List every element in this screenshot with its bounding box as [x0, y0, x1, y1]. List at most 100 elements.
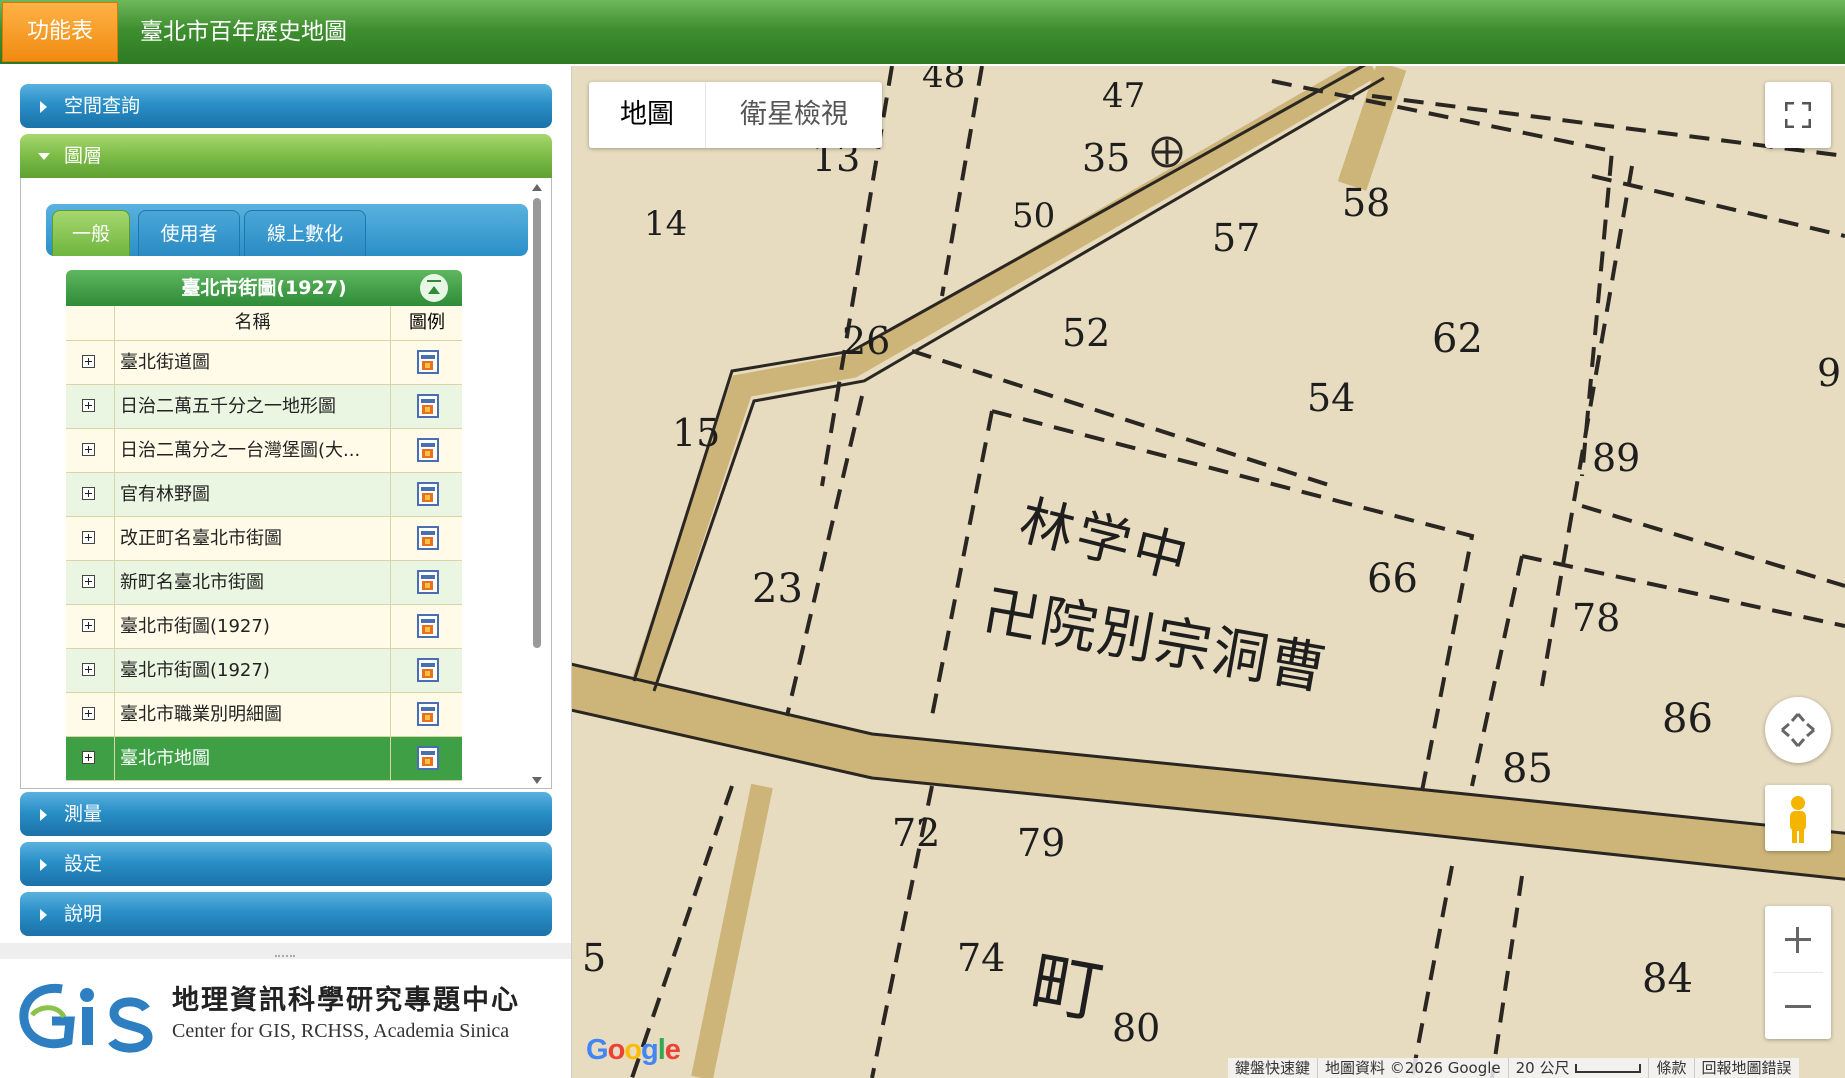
- layer-row[interactable]: 臺北市街圖(1927): [66, 605, 462, 649]
- lot-number: 5: [582, 936, 607, 980]
- pan-control-icon[interactable]: [1765, 697, 1831, 763]
- legend-icon[interactable]: [417, 438, 439, 462]
- map-view-button[interactable]: 地圖: [589, 82, 706, 148]
- expand-plus-icon[interactable]: [82, 663, 95, 676]
- layer-name: 臺北市街圖(1927): [115, 605, 391, 648]
- section-settings[interactable]: 設定: [20, 842, 552, 886]
- lot-number: 80: [1112, 1006, 1161, 1050]
- lot-number: 15: [672, 411, 721, 455]
- expand-plus-icon[interactable]: [82, 531, 95, 544]
- zoom-out-icon[interactable]: [1765, 973, 1831, 1039]
- caret-right-icon: [40, 101, 47, 113]
- legend-icon[interactable]: [417, 746, 439, 770]
- collapse-icon[interactable]: [420, 274, 448, 302]
- legend-icon[interactable]: [417, 614, 439, 638]
- lot-number: 50: [1012, 196, 1056, 236]
- section-measure[interactable]: 測量: [20, 792, 552, 836]
- map-canvas[interactable]: 48 47 13 35 58 14 50 57 26 52 62 15 54 8…: [572, 66, 1845, 1078]
- expand-plus-icon[interactable]: [82, 751, 95, 764]
- expand-plus-icon[interactable]: [82, 619, 95, 632]
- map-data-credit: 地圖資料 ©2026 Google: [1318, 1058, 1509, 1078]
- layer-name: 官有林野圖: [115, 473, 391, 516]
- lot-number: 23: [752, 566, 803, 612]
- expand-plus-icon[interactable]: [82, 487, 95, 500]
- legend-icon[interactable]: [417, 350, 439, 374]
- tab-digitize-online[interactable]: 線上數化: [244, 210, 366, 256]
- tab-general[interactable]: 一般: [52, 210, 130, 256]
- expand-plus-icon[interactable]: [82, 443, 95, 456]
- lot-number: 86: [1662, 696, 1713, 742]
- layer-row[interactable]: 官有林野圖: [66, 473, 462, 517]
- street-view-pegman-icon[interactable]: [1765, 785, 1831, 851]
- layer-row[interactable]: 改正町名臺北市街圖: [66, 517, 462, 561]
- legend-icon[interactable]: [417, 482, 439, 506]
- logo-english-name: Center for GIS, RCHSS, Academia Sinica: [172, 1020, 510, 1042]
- layer-name: 日治二萬五千分之一地形圖: [115, 385, 391, 428]
- report-error-link[interactable]: 回報地圖錯誤: [1695, 1058, 1799, 1078]
- lot-number: 54: [1307, 376, 1356, 420]
- caret-right-icon: [40, 859, 47, 871]
- top-bar: 功能表 臺北市百年歷史地圖: [0, 0, 1845, 66]
- panel-scrollbar[interactable]: [531, 184, 543, 784]
- layer-row[interactable]: 臺北市地圖: [66, 737, 462, 781]
- section-help[interactable]: 說明: [20, 892, 552, 936]
- lot-number: 74: [957, 936, 1006, 980]
- scroll-thumb[interactable]: [533, 198, 541, 648]
- keyboard-shortcuts-link[interactable]: 鍵盤快速鍵: [1228, 1058, 1319, 1078]
- scale-label: 20 公尺: [1515, 1059, 1570, 1077]
- lot-number: 79: [1017, 821, 1066, 865]
- lot-number: 89: [1592, 436, 1641, 480]
- layer-name: 臺北街道圖: [115, 341, 391, 384]
- scroll-up-icon[interactable]: [532, 184, 542, 191]
- zoom-in-icon[interactable]: [1765, 906, 1831, 972]
- legend-icon[interactable]: [417, 394, 439, 418]
- lot-number: 84: [1642, 956, 1693, 1002]
- google-logo: Google: [586, 1034, 681, 1066]
- section-label: 說明: [64, 903, 103, 925]
- scale-indicator[interactable]: 20 公尺: [1509, 1058, 1650, 1078]
- layer-table: 臺北市街圖(1927) 名稱 圖例 臺北街道圖 日治二萬五千分之一地形圖 日治二萬分…: [66, 270, 462, 781]
- table-header-row: 名稱 圖例: [66, 306, 462, 341]
- layer-name: 日治二萬分之一台灣堡圖(大...: [115, 429, 391, 472]
- expand-plus-icon[interactable]: [82, 575, 95, 588]
- layer-row[interactable]: 日治二萬五千分之一地形圖: [66, 385, 462, 429]
- section-label: 設定: [64, 853, 103, 875]
- lot-number: 26: [842, 319, 891, 363]
- lot-number: 47: [1102, 76, 1146, 116]
- layer-row[interactable]: 日治二萬分之一台灣堡圖(大...: [66, 429, 462, 473]
- lot-number: 78: [1572, 596, 1621, 640]
- legend-icon[interactable]: [417, 658, 439, 682]
- expand-plus-icon[interactable]: [82, 707, 95, 720]
- layer-row[interactable]: 臺北市街圖(1927): [66, 649, 462, 693]
- map-attribution-bar: 鍵盤快速鍵 地圖資料 ©2026 Google 20 公尺 條款 回報地圖錯誤: [1228, 1058, 1799, 1078]
- logo-chinese-name: 地理資訊科學研究專題中心: [172, 985, 520, 1016]
- section-label: 測量: [64, 803, 103, 825]
- legend-icon[interactable]: [417, 526, 439, 550]
- lot-number: 58: [1342, 181, 1391, 225]
- lot-number: 14: [644, 204, 688, 244]
- layer-name: 改正町名臺北市街圖: [115, 517, 391, 560]
- expand-plus-icon[interactable]: [82, 355, 95, 368]
- section-spatial-query[interactable]: 空間查詢: [20, 84, 552, 128]
- scroll-down-icon[interactable]: [532, 777, 542, 784]
- legend-icon[interactable]: [417, 570, 439, 594]
- zoom-control: [1765, 906, 1831, 1039]
- layer-row[interactable]: 新町名臺北市街圖: [66, 561, 462, 605]
- layer-row[interactable]: 臺北街道圖: [66, 341, 462, 385]
- terms-link[interactable]: 條款: [1649, 1058, 1695, 1078]
- caret-right-icon: [40, 909, 47, 921]
- section-layers[interactable]: 圖層: [20, 134, 552, 178]
- layer-panel: 一般 使用者 線上數化 臺北市街圖(1927) 名稱 圖例 臺北街道圖 日治二萬五…: [20, 178, 552, 789]
- satellite-view-button[interactable]: 衛星檢視: [706, 82, 882, 148]
- layer-row[interactable]: 臺北市職業別明細圖: [66, 693, 462, 737]
- caret-right-icon: [40, 809, 47, 821]
- expand-plus-icon[interactable]: [82, 399, 95, 412]
- fullscreen-icon[interactable]: [1765, 82, 1831, 148]
- tab-user[interactable]: 使用者: [138, 210, 240, 256]
- section-label: 圖層: [64, 145, 103, 167]
- scale-bar: [1575, 1064, 1642, 1073]
- lot-number: 66: [1367, 556, 1418, 602]
- menu-button[interactable]: 功能表: [2, 2, 118, 62]
- legend-icon[interactable]: [417, 702, 439, 726]
- lot-number: 48: [922, 66, 966, 96]
